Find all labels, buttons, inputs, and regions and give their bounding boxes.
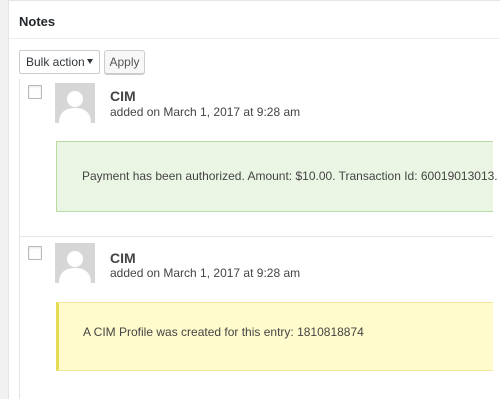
bulk-action-select[interactable]: Bulk action [19,50,100,74]
note-message-info: A CIM Profile was created for this entry… [56,302,493,371]
note-author: CIM [110,88,136,104]
notes-panel-header: Notes [9,1,500,39]
default-avatar-icon [55,243,95,283]
note-author: CIM [110,250,136,266]
default-avatar-icon [55,83,95,123]
bulk-action-selected-value: Bulk action [26,55,85,69]
note-date: added on March 1, 2017 at 9:28 am [110,105,301,119]
note-message-success: Payment has been authorized. Amount: $10… [56,141,498,212]
apply-button[interactable]: Apply [104,50,145,74]
caret-down-icon [87,59,93,64]
panel-title: Notes [19,14,56,29]
note-checkbox[interactable] [28,85,42,99]
notes-list: CIM added on March 1, 2017 at 9:28 am Pa… [19,79,498,399]
note-item: CIM added on March 1, 2017 at 9:28 am A … [20,237,493,399]
note-checkbox[interactable] [28,246,42,260]
note-item: CIM added on March 1, 2017 at 9:28 am Pa… [20,79,498,237]
note-date: added on March 1, 2017 at 9:28 am [110,266,301,280]
